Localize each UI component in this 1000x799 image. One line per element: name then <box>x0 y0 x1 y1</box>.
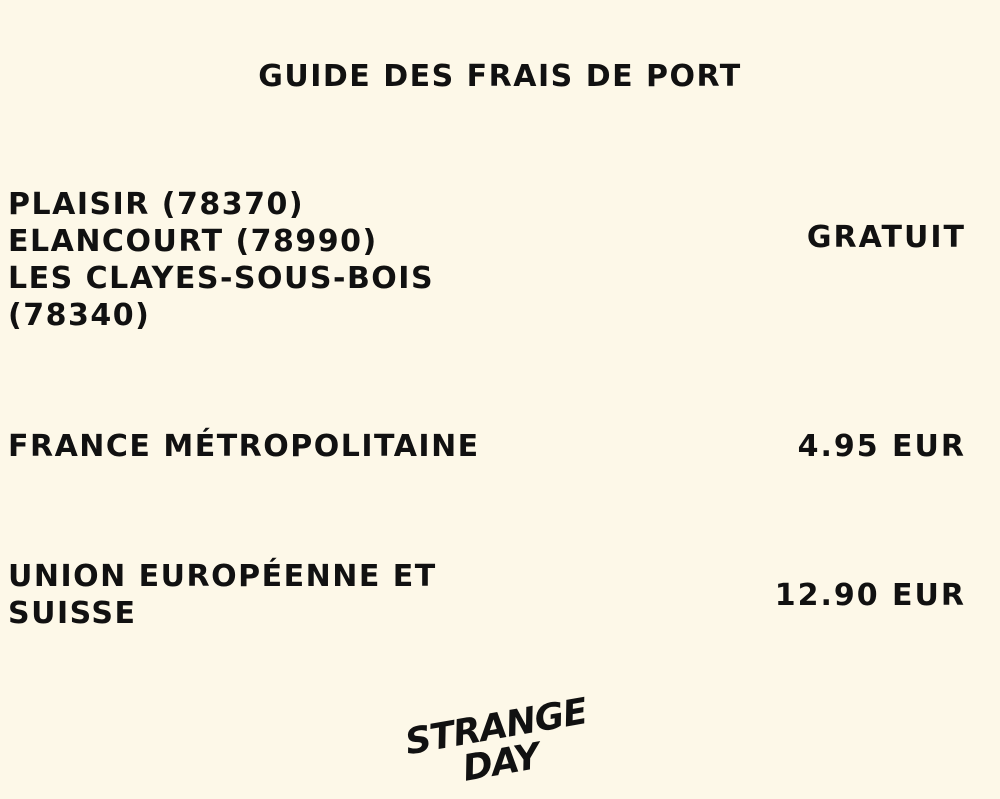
region-plaisir: PLAISIR (78370) <box>8 187 305 222</box>
region-elancourt: ELANCOURT (78990) <box>8 224 378 259</box>
shipping-region-eu: UNION EUROPÉENNE ET SUISSE <box>8 559 437 631</box>
region-les-clayes-sous-bois: LES CLAYES-SOUS-BOIS (78340) <box>8 261 435 333</box>
page-title: GUIDE DES FRAIS DE PORT <box>258 59 742 94</box>
shipping-row-local: PLAISIR (78370) ELANCOURT (78990) LES CL… <box>8 186 966 334</box>
shipping-region-local: PLAISIR (78370) ELANCOURT (78990) LES CL… <box>8 186 628 334</box>
shipping-row-eu: UNION EUROPÉENNE ET SUISSE 12.90 EUR <box>8 558 966 632</box>
strange-day-logo: STRANGE DAY <box>402 691 591 786</box>
shipping-price-france: 4.95 EUR <box>797 429 966 464</box>
shipping-row-france: FRANCE MÉTROPOLITAINE 4.95 EUR <box>8 428 966 465</box>
shipping-price-eu: 12.90 EUR <box>774 577 966 613</box>
shipping-region-france: FRANCE MÉTROPOLITAINE <box>8 429 480 464</box>
shipping-price-local: GRATUIT <box>806 219 966 255</box>
